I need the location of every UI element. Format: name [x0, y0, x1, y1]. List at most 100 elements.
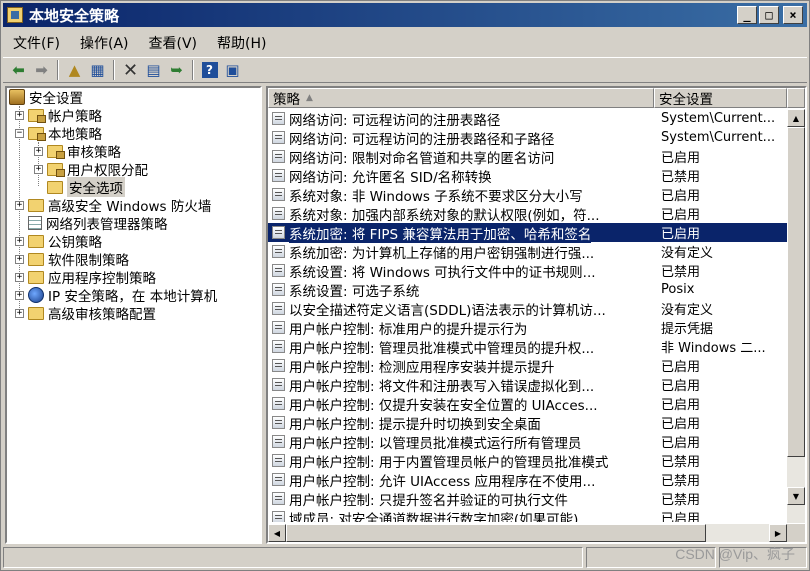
tree-item-account-policies[interactable]: + 帐户策略 [15, 106, 102, 125]
table-row[interactable]: 域成员: 对安全通道数据进行数字加密(如果可能) 已启用 [268, 508, 787, 522]
table-row[interactable]: 用户帐户控制: 只提升签名并验证的可执行文件 已禁用 [268, 489, 787, 509]
table-row[interactable]: 用户帐户控制: 仅提升安装在安全位置的 UIAcces... 已启用 [268, 394, 787, 414]
tree-item-security-settings[interactable]: 安全设置 [9, 88, 83, 107]
table-row[interactable]: 系统加密: 为计算机上存储的用户密钥强制进行强... 没有定义 [268, 242, 787, 262]
menu-file[interactable]: 文件(F) [3, 33, 70, 53]
menu-bar: 文件(F) 操作(A) 查看(V) 帮助(H) [3, 30, 276, 56]
collapse-icon[interactable]: − [15, 128, 24, 138]
policy-name: 用户帐户控制: 允许 UIAccess 应用程序在不使用... [289, 473, 596, 490]
expand-icon[interactable]: + [15, 236, 24, 246]
policy-icon [272, 283, 285, 296]
policy-cell: 域成员: 对安全通道数据进行数字加密(如果可能) [268, 508, 655, 522]
vertical-scrollbar[interactable]: ▲ ▼ [787, 109, 805, 523]
security-setting-value: 已启用 [661, 417, 701, 432]
minimize-button[interactable]: _ [737, 6, 757, 24]
window-title: 本地安全策略 [29, 6, 120, 25]
scroll-down-button[interactable]: ▼ [787, 487, 805, 505]
table-row[interactable]: 系统设置: 可选子系统 Posix [268, 280, 787, 300]
menu-help[interactable]: 帮助(H) [207, 33, 276, 53]
horizontal-scrollbar[interactable]: ◀ ▶ [268, 524, 787, 542]
tree-item-label: 高级审核策略配置 [48, 307, 156, 323]
expand-icon[interactable]: + [34, 146, 43, 156]
title-bar[interactable]: 本地安全策略 _ □ × [3, 3, 807, 27]
tree-item-audit-policy[interactable]: + 审核策略 [34, 142, 121, 161]
tree-pane[interactable]: 安全设置 + 帐户策略 − 本地策略 + 审核策略 + 用户权限分配 安全选项 [5, 86, 262, 544]
expand-icon[interactable]: + [15, 308, 24, 318]
scroll-right-button[interactable]: ▶ [769, 524, 787, 542]
watermark: CSDN @Vip、疯子 [675, 546, 795, 562]
expand-icon[interactable]: + [34, 164, 43, 174]
horizontal-scroll-thumb[interactable] [286, 524, 706, 542]
locked-folder-icon [47, 144, 65, 159]
properties-button[interactable]: ▤ [142, 59, 165, 81]
table-row[interactable]: 用户帐户控制: 将文件和注册表写入错误虚拟化到... 已启用 [268, 375, 787, 395]
table-row[interactable]: 以安全描述符定义语言(SDDL)语法表示的计算机访... 没有定义 [268, 299, 787, 319]
back-button[interactable]: ⬅ [7, 59, 30, 81]
tree-item-software-restriction[interactable]: + 软件限制策略 [15, 250, 129, 269]
table-row[interactable]: 用户帐户控制: 管理员批准模式中管理员的提升权... 非 Windows 二... [268, 337, 787, 357]
table-row[interactable]: 网络访问: 可远程访问的注册表路径和子路径 System\Current... [268, 128, 787, 148]
table-row[interactable]: 用户帐户控制: 提示提升时切换到安全桌面 已启用 [268, 413, 787, 433]
tree-item-user-rights[interactable]: + 用户权限分配 [34, 160, 148, 179]
forward-button[interactable]: ➡ [30, 59, 53, 81]
table-row[interactable]: 用户帐户控制: 以管理员批准模式运行所有管理员 已启用 [268, 432, 787, 452]
policy-list[interactable]: 网络访问: 可远程访问的注册表路径 System\Current... 网络访问: … [268, 109, 787, 522]
tree-item-public-key[interactable]: + 公钥策略 [15, 232, 102, 251]
table-row[interactable]: 网络访问: 限制对命名管道和共享的匿名访问 已启用 [268, 147, 787, 167]
help-button[interactable]: ? [198, 59, 221, 81]
tree-item-local-policies[interactable]: − 本地策略 [15, 124, 102, 143]
table-row[interactable]: 系统对象: 加强内部系统对象的默认权限(例如，符... 已启用 [268, 204, 787, 224]
tree-item-app-control[interactable]: + 应用程序控制策略 [15, 268, 156, 287]
expand-icon[interactable]: + [15, 272, 24, 282]
folder-icon [28, 252, 44, 266]
security-setting-value: 已启用 [661, 208, 701, 223]
table-row[interactable]: 系统加密: 将 FIPS 兼容算法用于加密、哈希和签名 已启用 [268, 222, 787, 243]
delete-button[interactable]: ✕ [119, 59, 142, 81]
show-tree-icon: ▦ [90, 61, 105, 79]
expand-icon[interactable]: + [15, 290, 24, 300]
policy-name: 用户帐户控制: 检测应用程序安装并提示提升 [289, 359, 555, 376]
up-folder-icon: ▲ [68, 61, 81, 79]
menu-view[interactable]: 查看(V) [139, 33, 208, 53]
column-header-setting[interactable]: 安全设置 [654, 88, 787, 108]
table-row[interactable]: 用户帐户控制: 检测应用程序安装并提示提升 已启用 [268, 356, 787, 376]
scroll-left-button[interactable]: ◀ [268, 524, 286, 542]
vertical-scroll-thumb[interactable] [787, 127, 805, 457]
show-console-button[interactable]: ▣ [221, 59, 244, 81]
tree-item-label: 应用程序控制策略 [48, 271, 156, 287]
export-list-button[interactable]: ➥ [165, 59, 188, 81]
policy-name: 系统设置: 可选子系统 [289, 283, 420, 300]
close-button[interactable]: × [783, 6, 803, 24]
table-row[interactable]: 网络访问: 允许匿名 SID/名称转换 已禁用 [268, 166, 787, 186]
menu-action[interactable]: 操作(A) [70, 33, 139, 53]
tree-item-windows-firewall[interactable]: + 高级安全 Windows 防火墙 [15, 196, 211, 215]
security-setting-value: 已启用 [661, 151, 701, 166]
main-window: 本地安全策略 _ □ × 文件(F) 操作(A) 查看(V) 帮助(H) ⬅ ➡… [0, 0, 810, 571]
policy-cell: 网络访问: 允许匿名 SID/名称转换 [268, 166, 655, 186]
column-header-policy[interactable]: 策略 ▲ [268, 88, 654, 108]
policy-name: 网络访问: 限制对命名管道和共享的匿名访问 [289, 150, 555, 167]
up-one-level-button[interactable]: ▲ [63, 59, 86, 81]
table-row[interactable]: 用户帐户控制: 标准用户的提升提示行为 提示凭据 [268, 318, 787, 338]
scroll-up-button[interactable]: ▲ [787, 109, 805, 127]
tree-item-security-options[interactable]: 安全选项 [34, 177, 125, 197]
security-setting-value: 已启用 [661, 189, 701, 204]
table-row[interactable]: 网络访问: 可远程访问的注册表路径 System\Current... [268, 109, 787, 129]
policy-list-pane[interactable]: 策略 ▲ 安全设置 网络访问: 可远程访问的注册表路径 System\Curren… [266, 86, 807, 544]
expand-icon[interactable]: + [15, 200, 24, 210]
scroll-left-icon: ◀ [273, 528, 281, 538]
tree-item-network-list[interactable]: 网络列表管理器策略 [15, 214, 168, 233]
status-segment [3, 547, 583, 568]
window-controls: _ □ × [737, 6, 803, 24]
expand-icon[interactable]: + [15, 254, 24, 264]
table-row[interactable]: 系统对象: 非 Windows 子系统不要求区分大小写 已启用 [268, 185, 787, 205]
policy-name: 用户帐户控制: 提示提升时切换到安全桌面 [289, 416, 541, 433]
tree-item-ip-security[interactable]: + IP 安全策略，在 本地计算机 [15, 286, 217, 305]
maximize-button[interactable]: □ [759, 6, 779, 24]
tree-item-advanced-audit[interactable]: + 高级审核策略配置 [15, 304, 156, 323]
table-row[interactable]: 用户帐户控制: 用于内置管理员帐户的管理员批准模式 已禁用 [268, 451, 787, 471]
table-row[interactable]: 系统设置: 将 Windows 可执行文件中的证书规则... 已禁用 [268, 261, 787, 281]
table-row[interactable]: 用户帐户控制: 允许 UIAccess 应用程序在不使用... 已禁用 [268, 470, 787, 490]
expand-icon[interactable]: + [15, 110, 24, 120]
show-tree-button[interactable]: ▦ [86, 59, 109, 81]
